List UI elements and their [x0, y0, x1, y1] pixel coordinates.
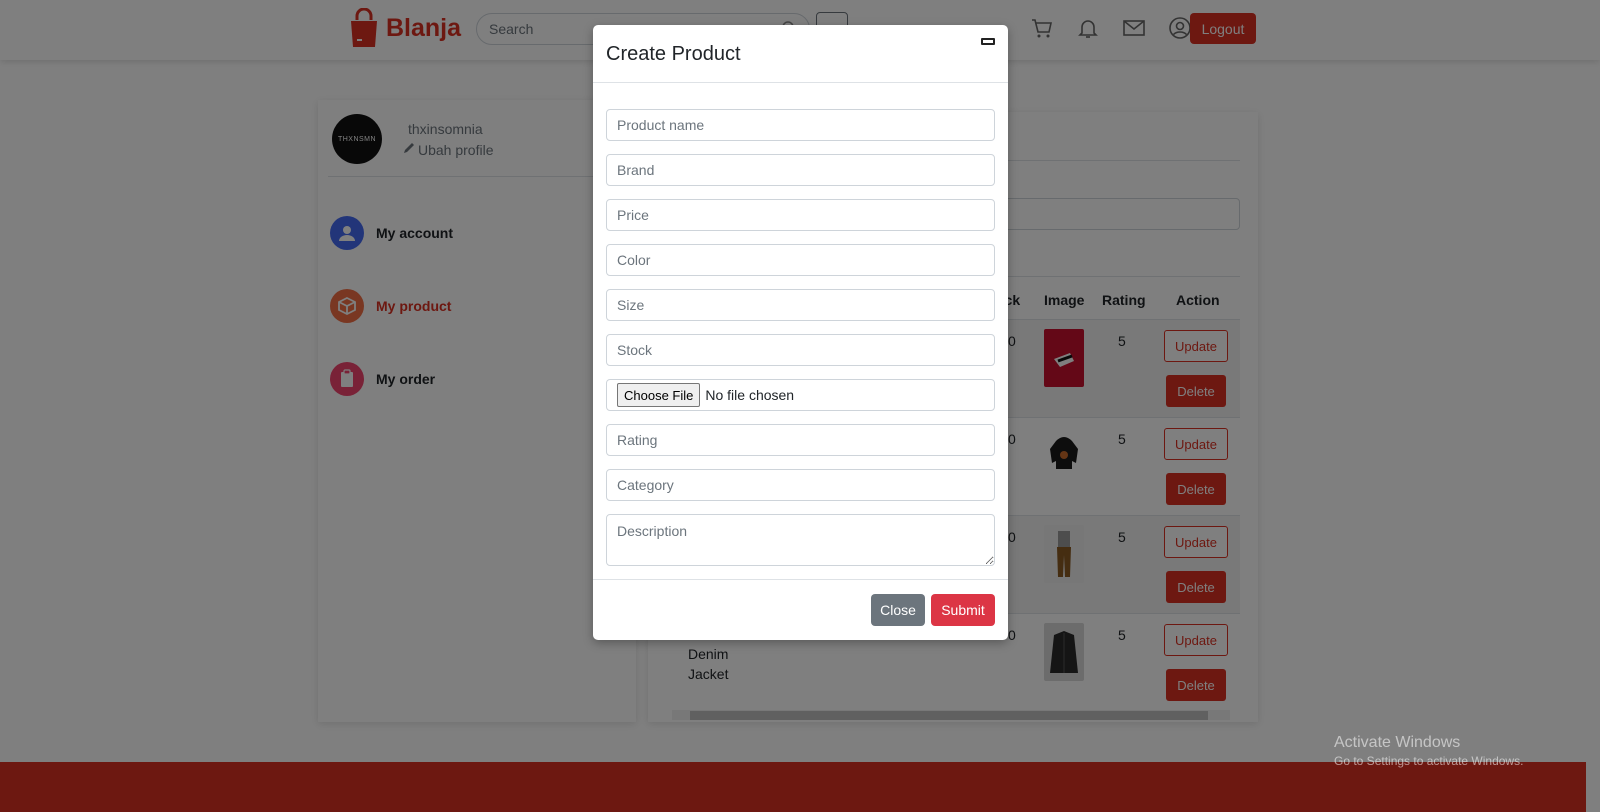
- watermark-title: Activate Windows: [1334, 734, 1461, 751]
- minimize-icon[interactable]: [981, 38, 995, 45]
- price-input[interactable]: [606, 199, 995, 231]
- create-product-modal: Create Product Choose File No file chose…: [593, 25, 1008, 640]
- brand-input[interactable]: [606, 154, 995, 186]
- image-file-input[interactable]: Choose File No file chosen: [606, 379, 995, 411]
- close-button[interactable]: Close: [871, 594, 925, 626]
- category-input[interactable]: [606, 469, 995, 501]
- size-input[interactable]: [606, 289, 995, 321]
- submit-button[interactable]: Submit: [931, 594, 995, 626]
- stock-input[interactable]: [606, 334, 995, 366]
- modal-footer-divider: [593, 579, 1008, 580]
- windows-activation-watermark: Activate Windows Go to Settings to activ…: [1334, 734, 1523, 768]
- rating-input[interactable]: [606, 424, 995, 456]
- file-status: No file chosen: [705, 387, 795, 403]
- choose-file-button[interactable]: Choose File: [617, 383, 701, 407]
- watermark-subtitle: Go to Settings to activate Windows.: [1334, 754, 1524, 768]
- description-textarea[interactable]: [606, 514, 995, 566]
- color-input[interactable]: [606, 244, 995, 276]
- modal-title: Create Product: [606, 43, 741, 65]
- modal-header: Create Product: [593, 25, 1008, 83]
- product-name-input[interactable]: [606, 109, 995, 141]
